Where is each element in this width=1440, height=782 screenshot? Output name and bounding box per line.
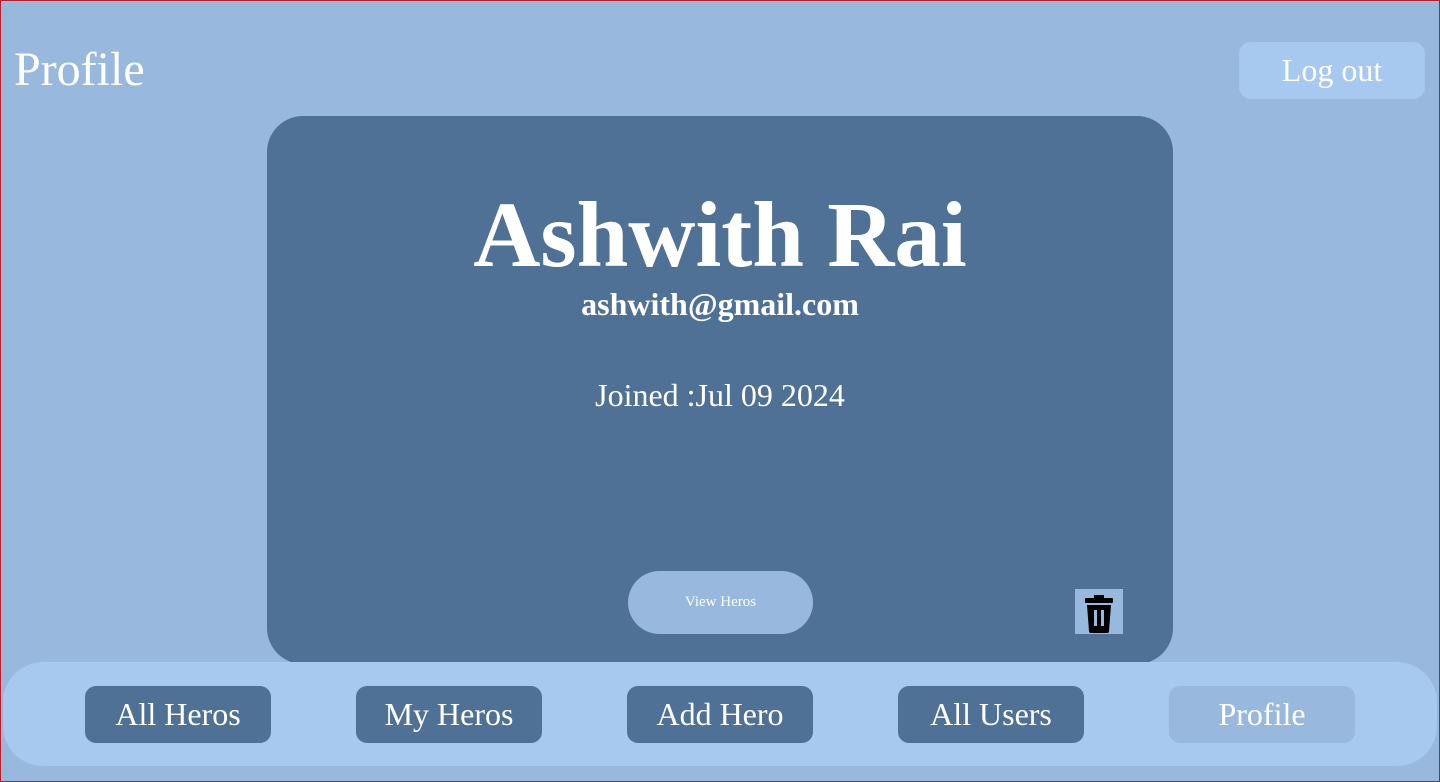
nav-add-hero-button[interactable]: Add Hero [627,686,813,743]
joined-date: Joined :Jul 09 2024 [595,377,845,413]
nav-all-users-button[interactable]: All Users [898,686,1084,743]
view-heros-button[interactable]: View Heros [628,571,813,634]
nav-all-heros-button[interactable]: All Heros [85,686,271,743]
delete-user-button[interactable] [1075,589,1123,634]
nav-profile-button[interactable]: Profile [1169,686,1355,743]
nav-my-heros-button[interactable]: My Heros [356,686,542,743]
user-name: Ashwith Rai [473,184,967,287]
user-email: ashwith@gmail.com [581,286,859,322]
logout-button[interactable]: Log out [1239,42,1425,99]
bottom-nav: All Heros My Heros Add Hero All Users Pr… [3,662,1437,766]
profile-card: Ashwith Rai ashwith@gmail.com Joined :Ju… [267,116,1173,664]
trash-icon [1085,594,1113,633]
page-title: Profile [14,43,145,96]
